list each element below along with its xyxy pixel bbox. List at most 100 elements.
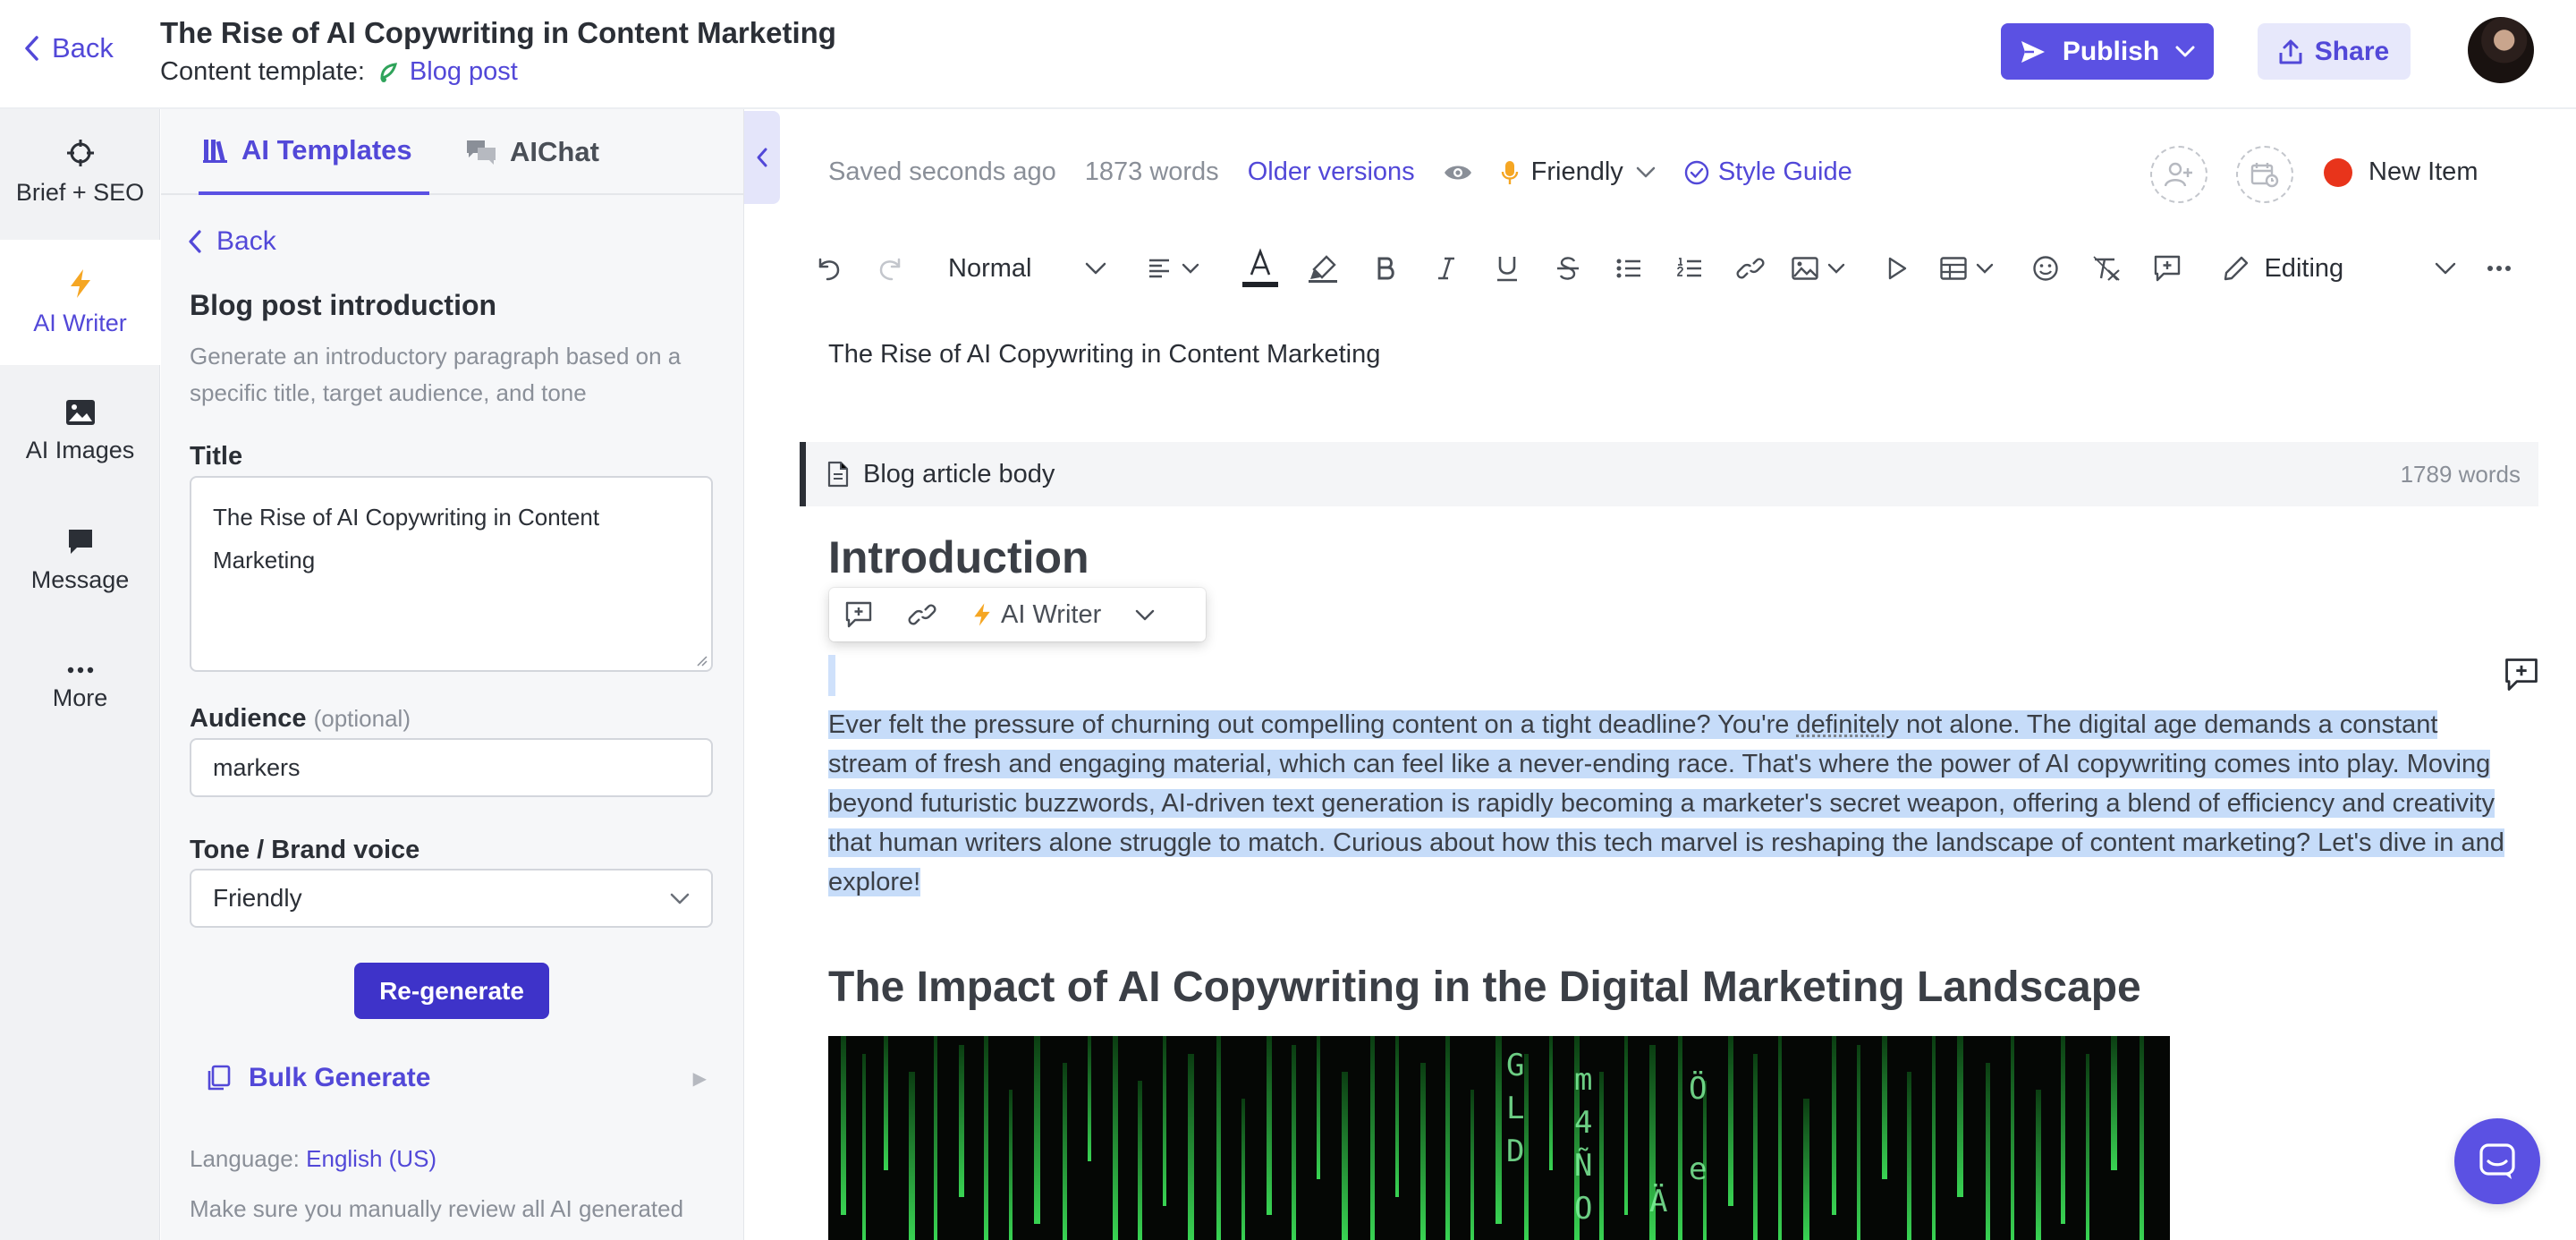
link-icon[interactable] [1731,243,1770,293]
numbered-list-icon[interactable] [1670,243,1709,293]
older-versions-link[interactable]: Older versions [1248,157,1415,187]
audience-field-label: Audience (optional) [190,704,411,734]
rail-item-ai-images[interactable]: AI Images [0,369,160,494]
chevron-down-icon [1182,263,1199,274]
support-chat-button[interactable] [2454,1118,2540,1204]
panel-back-button[interactable]: Back [188,226,276,257]
header-back-label: Back [52,32,114,64]
play-icon[interactable] [1877,243,1917,293]
rail-item-message[interactable]: Message [0,497,160,623]
image-glyph: 4 [1574,1105,1592,1141]
chevron-down-icon [2435,262,2456,275]
user-avatar[interactable] [2468,17,2534,83]
comment-icon[interactable] [845,601,872,628]
clear-formatting-icon[interactable] [2087,243,2126,293]
tab-ai-templates[interactable]: AI Templates [199,109,429,195]
insert-image-dropdown[interactable] [1792,243,1845,293]
title-field-label: Title [190,442,243,471]
tone-select[interactable]: Friendly [190,869,713,928]
copy-icon [206,1065,231,1091]
workflow-status[interactable]: New Item [2324,157,2478,187]
more-icon [67,667,94,674]
upload-icon [2279,38,2302,65]
image-glyph: O [1574,1191,1592,1227]
link-icon[interactable] [908,604,936,625]
undo-icon[interactable] [810,243,846,293]
microphone-icon [1501,159,1519,186]
emoji-icon[interactable] [2026,243,2065,293]
word-count: 1873 words [1084,157,1219,186]
bold-icon[interactable] [1366,243,1405,293]
language-link[interactable]: English (US) [306,1145,436,1172]
text-color-icon[interactable] [1235,243,1285,293]
selection-start-marker [828,655,835,696]
audience-input[interactable]: markers [190,738,713,797]
rail-item-brief-seo[interactable]: Brief + SEO [0,109,160,234]
underline-icon[interactable] [1487,243,1527,293]
tab-aichat[interactable]: AIChat [465,109,599,195]
eye-icon[interactable] [1444,163,1472,183]
heading-introduction[interactable]: Introduction [828,531,1089,583]
rail-item-ai-writer[interactable]: AI Writer [0,240,160,365]
play-arrow-icon: ▶ [692,1068,707,1089]
regenerate-button[interactable]: Re-generate [354,963,549,1019]
align-dropdown[interactable] [1148,243,1199,293]
resize-handle-icon[interactable] [695,654,708,667]
crosshair-icon [65,138,96,168]
ai-writer-dropdown[interactable]: AI Writer [972,600,1155,630]
content-template-value: Blog post [409,57,518,86]
tone-select-value: Friendly [213,884,302,912]
share-button[interactable]: Share [2258,23,2411,80]
brand-voice-dropdown[interactable]: Friendly [1501,157,1656,187]
add-comment-icon[interactable] [2504,658,2538,692]
content-block-name: Blog article body [863,459,1055,488]
tone-field-label: Tone / Brand voice [190,836,420,864]
chevron-left-icon [756,147,768,168]
intro-paragraph[interactable]: Ever felt the pressure of churning out c… [828,705,2510,902]
matrix-code-image[interactable]: G L D m 4 Ñ O Ö e Ä [828,1036,2170,1240]
redo-icon[interactable] [873,243,909,293]
message-icon [66,527,95,556]
rail-label: AI Images [25,436,135,463]
title-textarea[interactable]: The Rise of AI Copywriting in Content Ma… [190,476,713,672]
rail-label: More [52,684,108,711]
content-block-header[interactable]: Blog article body 1789 words [800,442,2538,506]
rail-item-more[interactable]: More [0,626,160,752]
header-back-button[interactable]: Back [23,32,114,64]
left-icon-rail: Brief + SEO AI Writer AI Images Message … [0,109,160,1240]
panel-tabs: AI Templates AIChat [161,109,744,195]
heading-impact[interactable]: The Impact of AI Copywriting in the Digi… [828,963,2141,1012]
audience-optional-note: (optional) [313,705,411,732]
schedule-button[interactable] [2236,146,2293,203]
collapse-panel-button[interactable] [744,111,780,204]
chevron-down-icon [1827,263,1845,274]
insert-table-dropdown[interactable] [1940,243,1994,293]
more-options-icon[interactable] [2479,243,2519,293]
editing-mode-dropdown[interactable]: Editing [2223,243,2456,293]
bullet-list-icon[interactable] [1609,243,1648,293]
add-collaborator-button[interactable] [2150,146,2207,203]
selection-toolbar: AI Writer [829,588,1206,641]
ai-writer-label: AI Writer [1001,599,1102,629]
bulk-generate-button[interactable]: Bulk Generate ▶ [206,1063,707,1093]
template-title: Blog post introduction [190,289,497,321]
spellcheck-word[interactable]: definitely [1796,710,1899,739]
matrix-rain-graphic: G L D m 4 Ñ O Ö e Ä [841,1036,2144,1240]
strikethrough-icon[interactable] [1548,243,1588,293]
brand-voice-value: Friendly [1530,157,1623,186]
audience-label-text: Audience [190,704,307,733]
chevron-down-icon [1135,609,1155,621]
image-icon [1792,257,1819,280]
title-textarea-value: The Rise of AI Copywriting in Content Ma… [213,504,600,573]
editing-mode-value: Editing [2264,253,2344,283]
highlight-icon[interactable] [1303,243,1343,293]
editor-title-field[interactable]: The Rise of AI Copywriting in Content Ma… [828,340,1380,369]
add-comment-icon[interactable] [2148,243,2187,293]
pencil-icon [2223,255,2250,282]
content-template-link[interactable]: Blog post [377,57,518,87]
block-style-select[interactable]: Normal [948,243,1106,293]
formatting-toolbar: Normal Editing [810,243,2528,293]
italic-icon[interactable] [1427,243,1466,293]
publish-button[interactable]: Publish [2001,23,2214,80]
style-guide-link[interactable]: Style Guide [1684,157,1852,187]
